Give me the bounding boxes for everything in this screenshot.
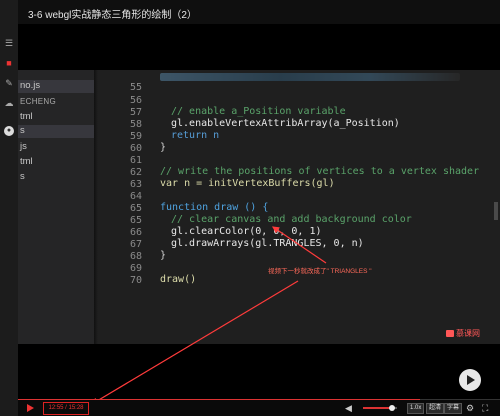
player-controls: 12:55 / 15:28 ◀ 1.0x 超清 字幕 ⚙ ⛶ <box>18 400 500 416</box>
code-line: 63 <box>98 168 498 190</box>
video-title: 3-6 webgl实战静态三角形的绘制（2） <box>28 10 197 21</box>
code-line: 67 } <box>98 228 498 261</box>
code-line: 69 draw() <box>98 252 498 285</box>
volume-slider[interactable] <box>363 405 397 411</box>
code-line: 59 } <box>98 120 498 153</box>
annotation-text: 视频下一秒就改成了" TRIANGLES " <box>268 268 372 275</box>
code-line: 68 <box>98 240 498 262</box>
title-bar: 3-6 webgl实战静态三角形的绘制（2） <box>18 0 500 24</box>
line-number: 70 <box>129 275 142 286</box>
explorer-file[interactable]: tml <box>20 156 33 167</box>
volume-icon[interactable]: ◀ <box>345 403 355 413</box>
avatar-icon[interactable]: ● <box>4 126 14 136</box>
editor-scrollbar[interactable] <box>494 202 498 220</box>
code-line: 62 var n = initVertexBuffers(gl) <box>98 156 498 189</box>
quality-button[interactable]: 超清 <box>426 403 445 414</box>
watermark-text: 慕课网 <box>456 329 480 338</box>
speed-button[interactable]: 1.0x <box>407 403 425 414</box>
explorer-file[interactable]: no.js <box>18 80 94 93</box>
code-text-obscured <box>160 73 460 81</box>
explorer-section[interactable]: ECHENG <box>20 97 56 106</box>
bookmark-icon[interactable]: ■ <box>4 58 14 68</box>
watermark-logo-icon <box>446 330 454 337</box>
code-line: 64 function draw () { <box>98 180 498 213</box>
explorer-file[interactable]: s <box>20 171 25 182</box>
subtitle-button[interactable]: 字幕 <box>444 403 463 414</box>
code-area: 55 56 // enable a_Position variable 57 g… <box>98 70 498 344</box>
fullscreen-icon[interactable]: ⛶ <box>482 403 488 413</box>
code-line: 65 gl.clearColor(0, 0, 0, 1) <box>98 204 498 237</box>
explorer-file[interactable]: tml <box>20 111 33 122</box>
code-line: 60 <box>98 132 498 154</box>
video-letterbox-top <box>18 24 500 70</box>
edit-icon[interactable]: ✎ <box>4 78 14 88</box>
settings-icon[interactable]: ⚙ <box>466 403 474 413</box>
file-explorer: no.js ECHENG tml s js tml s <box>18 70 94 344</box>
code-line: 57 gl.enableVertexAttribArray(a_Position… <box>98 96 498 129</box>
code-line: 66 gl.drawArrays(gl.TRANGLES, 0, n) <box>98 216 498 249</box>
play-icon[interactable] <box>27 404 34 412</box>
center-play-button[interactable] <box>459 369 481 391</box>
code-editor: no.js ECHENG tml s js tml s 55 56 // ena… <box>18 70 500 344</box>
video-letterbox-bottom <box>18 344 500 400</box>
cloud-icon[interactable]: ☁ <box>4 98 14 108</box>
time-display: 12:55 / 15:28 <box>43 402 89 415</box>
code-line: 55 <box>98 71 498 93</box>
explorer-file[interactable]: s <box>18 125 94 138</box>
left-rail: ☰ ■ ✎ ☁ ● <box>0 0 18 416</box>
code-line: 56 // enable a_Position variable <box>98 84 498 117</box>
volume-fill <box>363 407 392 409</box>
explorer-file[interactable]: js <box>20 141 27 152</box>
watermark: 慕课网 <box>446 328 480 339</box>
menu-icon[interactable]: ☰ <box>4 38 14 48</box>
volume-knob[interactable] <box>388 405 395 411</box>
code-line: 65 // clear canvas and add background co… <box>98 192 498 225</box>
code-line: 61 // write the positions of vertices to… <box>98 144 498 177</box>
code-line: 58 return n <box>98 108 498 141</box>
